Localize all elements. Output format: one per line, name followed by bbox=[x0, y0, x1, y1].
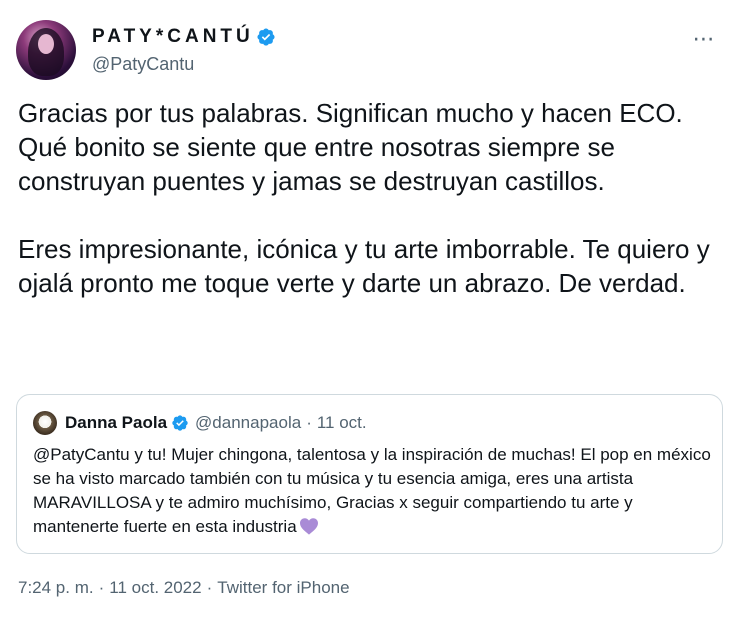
tweet: PATY*CANTÚ @PatyCantu ⋯ Gracias por tus … bbox=[0, 0, 731, 620]
quoted-tweet[interactable]: Danna Paola @dannapaola · 11 oct. @PatyC… bbox=[16, 394, 723, 554]
tweet-date[interactable]: 11 oct. 2022 bbox=[109, 578, 201, 598]
footer-separator-2: · bbox=[206, 578, 213, 597]
footer-separator: · bbox=[98, 578, 105, 597]
tweet-time[interactable]: 7:24 p. m. bbox=[18, 578, 94, 598]
author-name-row: PATY*CANTÚ bbox=[92, 26, 276, 48]
purple-heart-icon bbox=[299, 517, 319, 535]
tweet-source[interactable]: Twitter for iPhone bbox=[217, 578, 349, 598]
avatar-face bbox=[38, 34, 54, 54]
quoted-tweet-header: Danna Paola @dannapaola · 11 oct. bbox=[33, 411, 367, 435]
verified-badge-icon bbox=[256, 27, 276, 47]
quoted-verified-badge-icon bbox=[171, 414, 189, 432]
quoted-date: 11 oct. bbox=[316, 413, 367, 432]
tweet-text: Gracias por tus palabras. Significan muc… bbox=[18, 98, 710, 298]
quoted-author-name: Danna Paola bbox=[65, 413, 168, 432]
more-options-icon[interactable]: ⋯ bbox=[689, 26, 719, 52]
author-handle[interactable]: @PatyCantu bbox=[92, 54, 194, 75]
tweet-footer: 7:24 p. m. · 11 oct. 2022 · Twitter for iPho… bbox=[18, 578, 350, 598]
quoted-author-handle: @dannapaola bbox=[195, 413, 302, 432]
quoted-author-avatar bbox=[33, 411, 57, 435]
quoted-tweet-text: @PatyCantu y tu! Mujer chingona, talento… bbox=[33, 445, 711, 536]
author-display-name[interactable]: PATY*CANTÚ bbox=[92, 26, 254, 48]
quoted-tweet-text-container: @PatyCantu y tu! Mujer chingona, talento… bbox=[33, 443, 713, 539]
tweet-header: PATY*CANTÚ @PatyCantu ⋯ bbox=[14, 18, 719, 82]
author-avatar[interactable] bbox=[16, 20, 76, 80]
quoted-separator: · bbox=[306, 413, 312, 432]
